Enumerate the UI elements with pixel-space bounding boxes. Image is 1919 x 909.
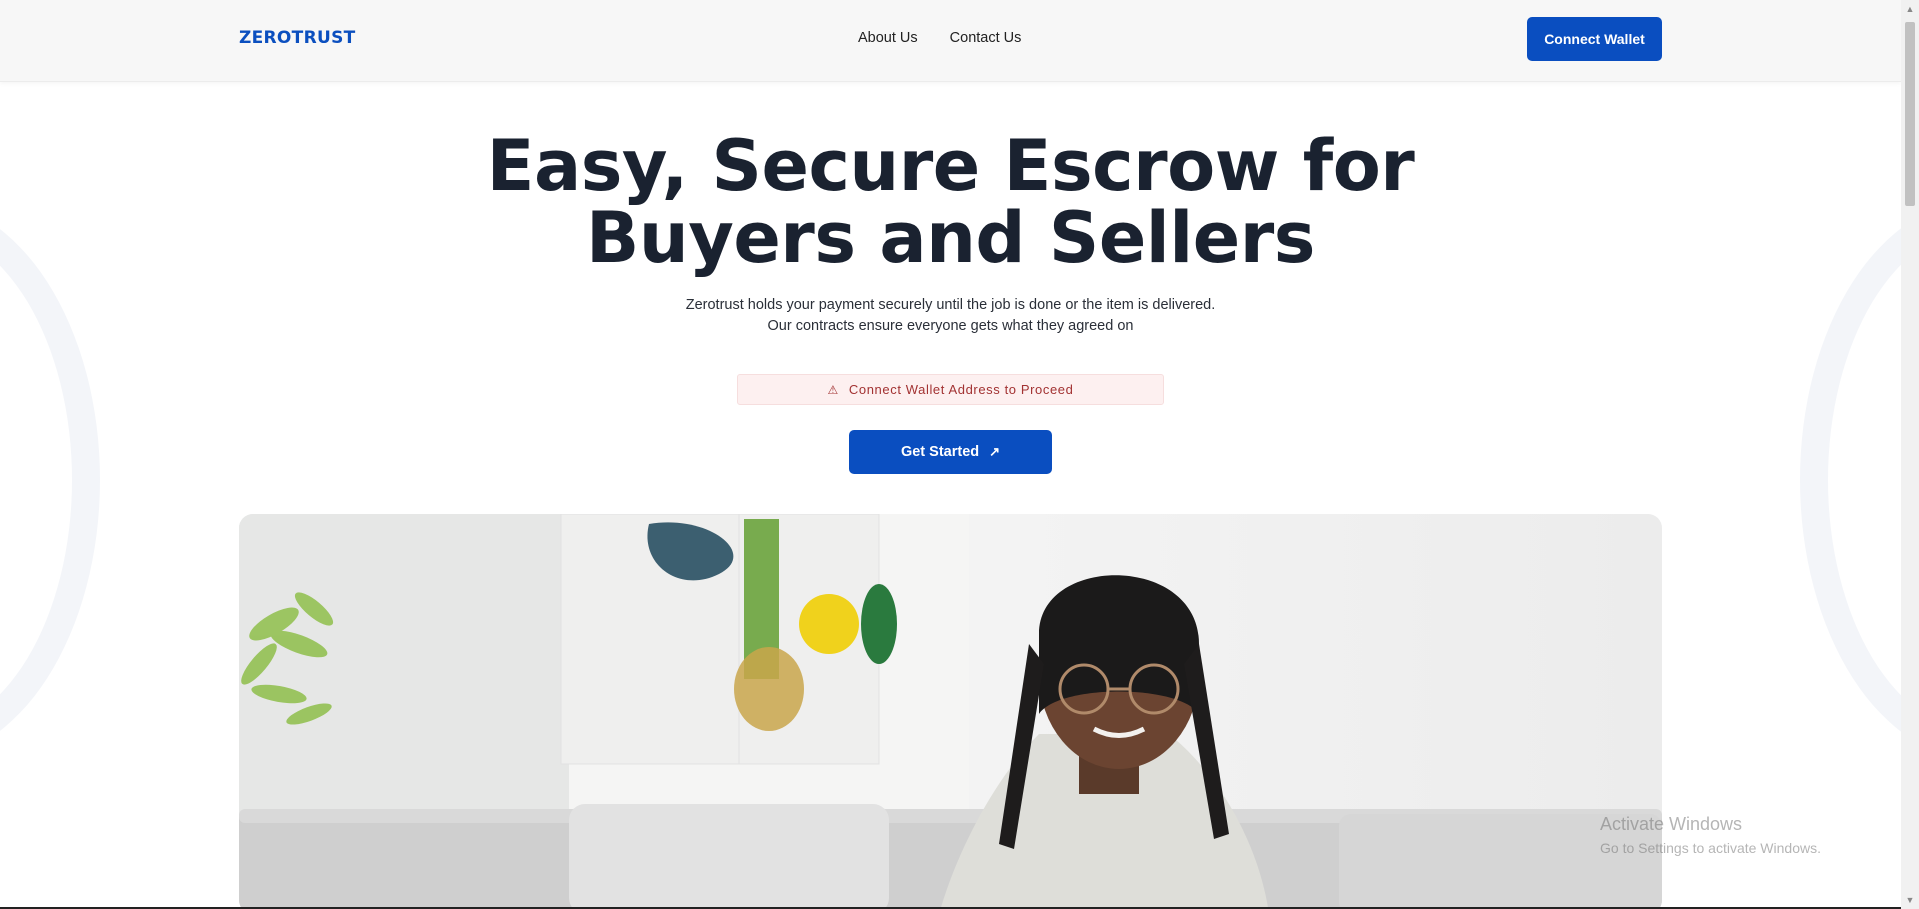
hero-photo-illustration <box>239 514 1662 909</box>
get-started-label: Get Started <box>900 444 980 460</box>
wallet-alert: ⚠ Connect Wallet Address to Proceed <box>737 374 1164 405</box>
page: ZEROTRUST About Us Contact Us Connect Wa… <box>0 0 1901 909</box>
wallet-alert-text: Connect Wallet Address to Proceed <box>848 382 1074 397</box>
get-started-button[interactable]: Get Started ↗ <box>849 430 1052 474</box>
warning-icon: ⚠ <box>827 382 839 397</box>
windows-watermark-title: Activate Windows <box>1600 814 1743 834</box>
scrollbar-thumb[interactable] <box>1905 22 1915 206</box>
hero-title: Easy, Secure Escrow for Buyers and Selle… <box>0 130 1901 274</box>
nav-link-about[interactable]: About Us <box>858 30 918 46</box>
decorative-arc-left <box>0 200 100 760</box>
windows-watermark-subtitle: Go to Settings to activate Windows. <box>1600 840 1821 856</box>
hero-subtitle: Zerotrust holds your payment securely un… <box>0 295 1901 337</box>
logo[interactable]: ZEROTRUST <box>239 28 356 48</box>
nav-links: About Us Contact Us <box>858 30 1021 46</box>
decorative-arc-right <box>1800 200 1901 760</box>
connect-wallet-button[interactable]: Connect Wallet <box>1527 17 1662 61</box>
scroll-up-icon[interactable]: ▲ <box>1901 0 1919 18</box>
vertical-scrollbar[interactable]: ▲ ▼ <box>1901 0 1919 909</box>
arrow-up-right-icon: ↗ <box>989 444 1001 459</box>
navbar: ZEROTRUST About Us Contact Us Connect Wa… <box>0 0 1901 82</box>
scroll-down-icon[interactable]: ▼ <box>1901 891 1919 909</box>
nav-link-contact[interactable]: Contact Us <box>950 30 1022 46</box>
hero-title-line-2: Buyers and Sellers <box>586 197 1315 279</box>
hero-subtitle-line-1: Zerotrust holds your payment securely un… <box>685 297 1216 313</box>
hero-title-line-1: Easy, Secure Escrow for <box>486 125 1415 207</box>
hero-subtitle-line-2: Our contracts ensure everyone gets what … <box>767 318 1134 334</box>
hero-image <box>239 514 1662 909</box>
